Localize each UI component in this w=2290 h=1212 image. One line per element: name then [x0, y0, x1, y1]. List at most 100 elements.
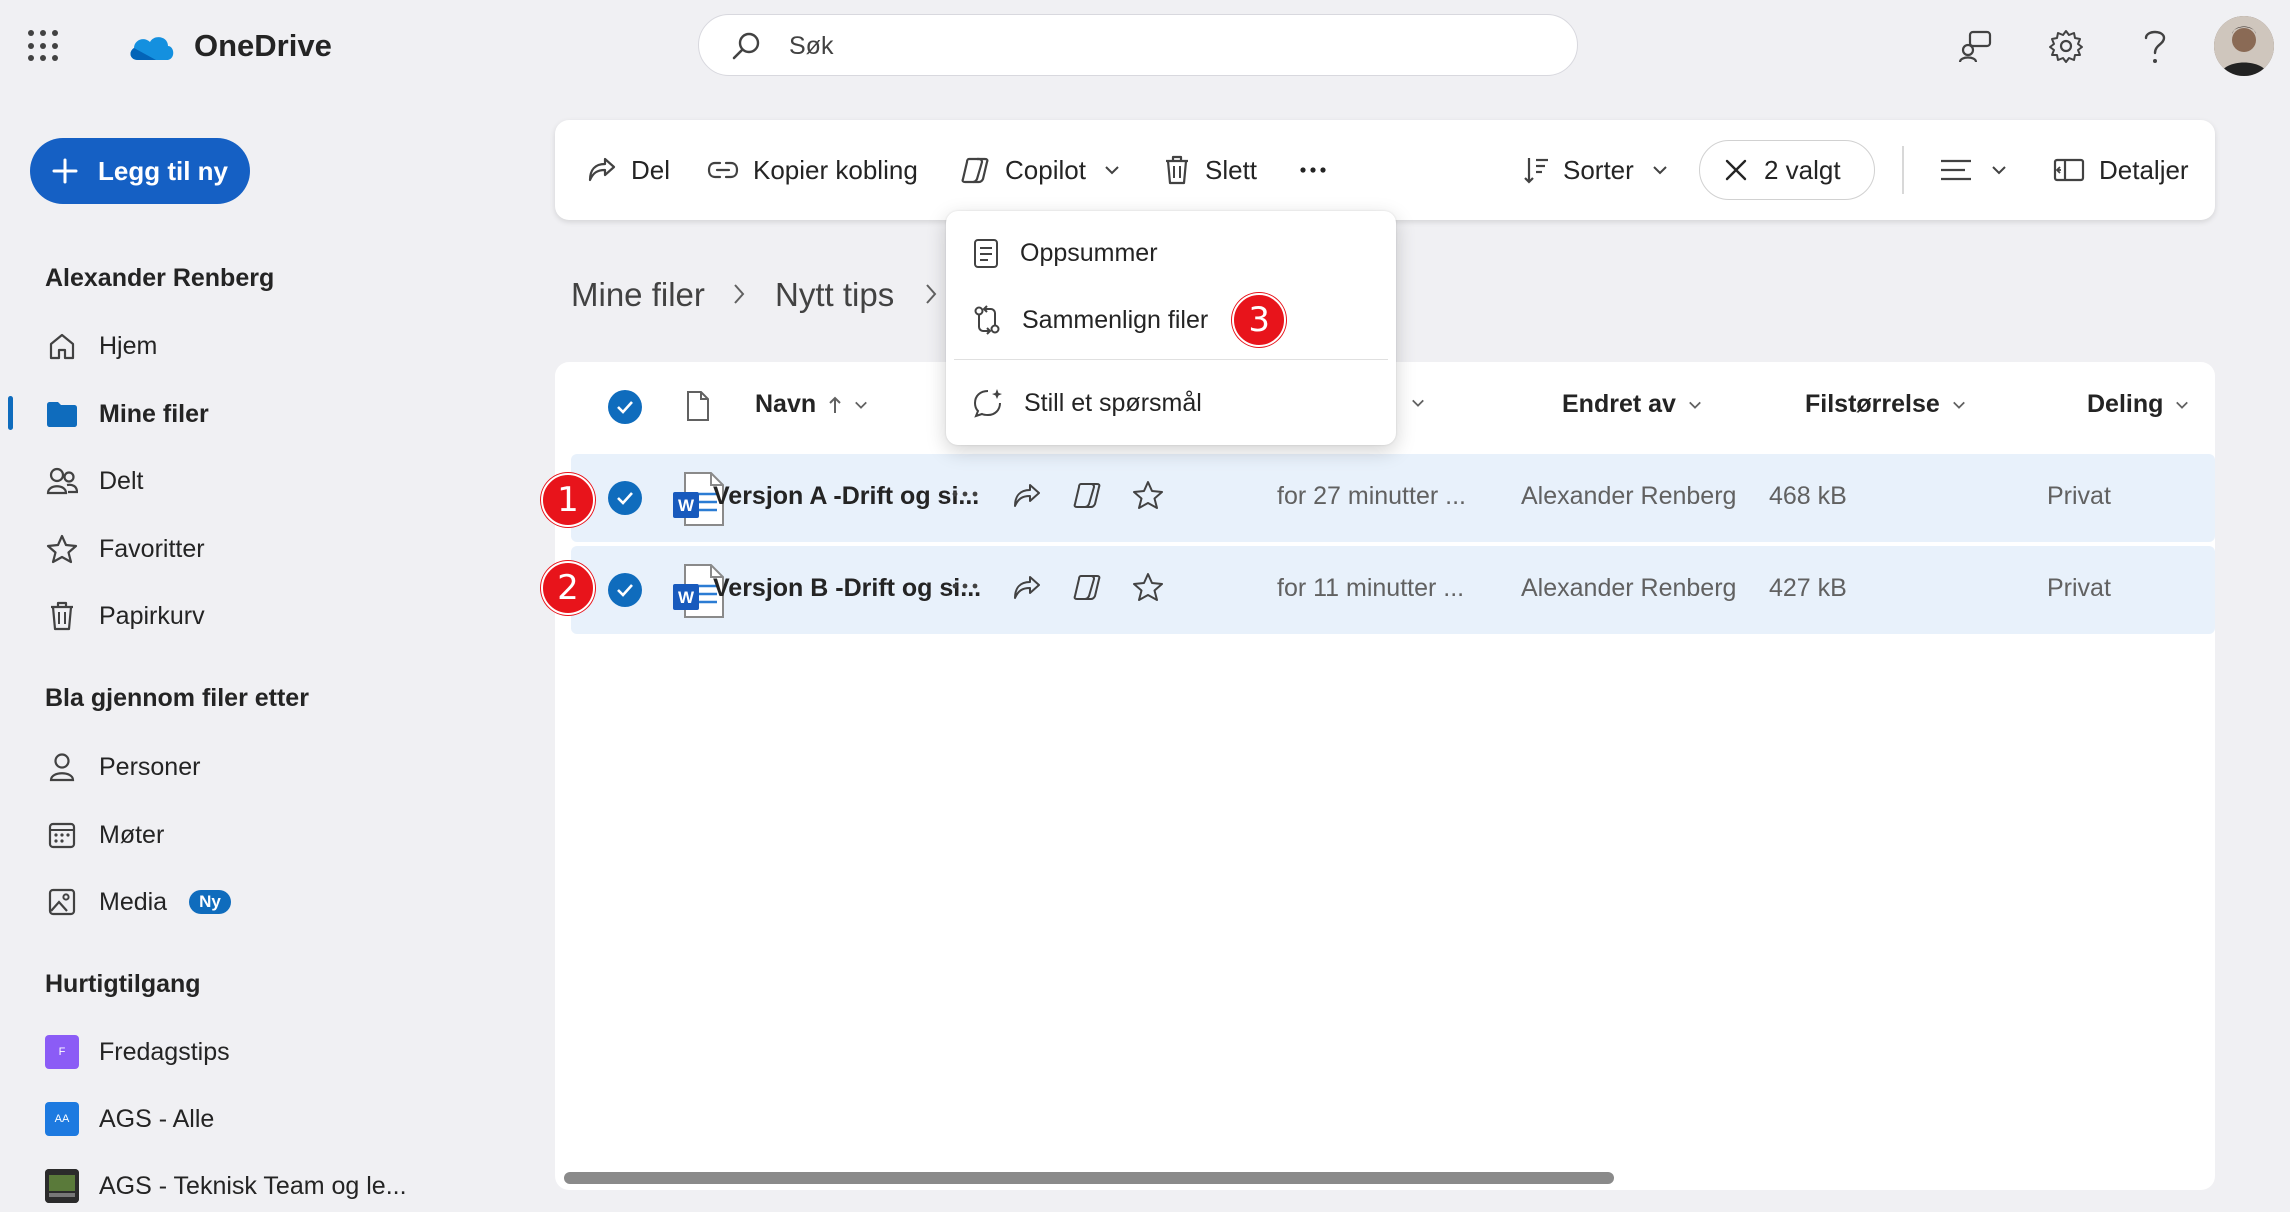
- sidebar-item-people[interactable]: Personer: [45, 745, 200, 789]
- sidebar-item-label: Media: [99, 887, 168, 916]
- table-row[interactable]: W Versjon B -Drift og si... for 11 minut…: [571, 546, 2215, 634]
- chevron-down-icon: [1952, 401, 1965, 409]
- row-checkbox[interactable]: [608, 573, 642, 607]
- annotation-marker: 2: [541, 561, 595, 615]
- sidebar-item-home[interactable]: Hjem: [45, 324, 157, 368]
- quick-access-item[interactable]: AGS - Teknisk Team og le...: [45, 1164, 407, 1208]
- column-label: Navn: [755, 390, 817, 418]
- chevron-down-icon[interactable]: [1411, 398, 1425, 408]
- more-actions-button[interactable]: [1299, 120, 1327, 220]
- menu-item-compare-files[interactable]: Sammenlign filer 3: [946, 288, 1396, 352]
- select-all-checkbox[interactable]: [608, 390, 642, 424]
- row-checkbox[interactable]: [608, 481, 642, 515]
- app-brand[interactable]: OneDrive: [194, 28, 332, 64]
- trash-icon: [45, 599, 79, 633]
- horizontal-scrollbar[interactable]: [564, 1172, 1614, 1184]
- sidebar-item-meetings[interactable]: Møter: [45, 813, 164, 857]
- column-size-header[interactable]: Filstørrelse: [1805, 390, 1966, 419]
- sidebar-item-label: Papirkurv: [99, 601, 205, 630]
- sidebar-item-media[interactable]: Media Ny: [45, 880, 231, 924]
- chevron-down-icon: [1992, 166, 2006, 175]
- sharing-status[interactable]: Privat: [2047, 574, 2111, 603]
- modified-by[interactable]: Alexander Renberg: [1521, 482, 1736, 511]
- breadcrumb-item[interactable]: Nytt tips: [775, 276, 894, 314]
- file-name[interactable]: Versjon B -Drift og si...: [713, 574, 981, 603]
- sort-button[interactable]: Sorter: [1523, 120, 1668, 220]
- copilot-menu-button[interactable]: Copilot: [959, 120, 1120, 220]
- delete-label: Slett: [1205, 154, 1258, 185]
- sidebar-item-label: Møter: [99, 820, 165, 849]
- top-bar: OneDrive Søk: [0, 0, 2290, 92]
- annotation-marker: 3: [1232, 293, 1287, 347]
- svg-text:W: W: [678, 496, 695, 515]
- ask-icon: [973, 389, 1002, 418]
- sidebar-item-favorites[interactable]: Favoritter: [45, 527, 205, 571]
- star-icon[interactable]: [1132, 572, 1164, 602]
- feedback-icon[interactable]: [1958, 28, 1994, 64]
- modified-by[interactable]: Alexander Renberg: [1521, 574, 1736, 603]
- copilot-icon[interactable]: [1071, 480, 1103, 510]
- copilot-dropdown-menu: Oppsummer Sammenlign filer 3 Still et sp…: [946, 211, 1396, 445]
- more-icon[interactable]: [951, 582, 979, 590]
- site-tile-icon: [45, 1169, 79, 1203]
- sidebar-item-shared[interactable]: Delt: [45, 459, 143, 503]
- column-label: Endret av: [1562, 390, 1676, 418]
- add-new-button[interactable]: Legg til ny: [30, 138, 250, 204]
- app-launcher-icon[interactable]: [28, 30, 60, 62]
- selection-count: 2 valgt: [1764, 154, 1841, 185]
- sidebar-item-my-files[interactable]: Mine filer: [45, 392, 209, 436]
- more-icon: [1300, 167, 1326, 173]
- details-pane-icon: [2053, 158, 2085, 182]
- menu-item-label: Sammenlign filer: [1022, 305, 1209, 334]
- column-name-header[interactable]: Navn: [755, 390, 868, 419]
- delete-button[interactable]: Slett: [1163, 120, 1257, 220]
- details-button[interactable]: Detaljer: [2053, 120, 2189, 220]
- sidebar-item-recycle-bin[interactable]: Papirkurv: [45, 594, 205, 638]
- new-badge: Ny: [189, 890, 231, 914]
- quick-access-item[interactable]: F Fredagstips: [45, 1030, 230, 1074]
- table-row[interactable]: W Versjon A -Drift og si... for 27 minut…: [571, 454, 2215, 542]
- star-icon[interactable]: [1132, 480, 1164, 510]
- modified-time: for 27 minutter ...: [1277, 482, 1466, 510]
- quick-access-heading: Hurtigtilgang: [45, 970, 201, 998]
- file-type-header-icon: [685, 390, 711, 422]
- modified-time: for 11 minutter ...: [1277, 574, 1465, 602]
- share-label: Del: [631, 154, 671, 185]
- menu-item-ask-question[interactable]: Still et spørsmål: [946, 371, 1396, 435]
- view-options-button[interactable]: [1939, 120, 2007, 220]
- user-avatar[interactable]: [2214, 16, 2274, 76]
- column-label: Deling: [2087, 390, 2164, 418]
- quick-access-item[interactable]: AA AGS - Alle: [45, 1097, 214, 1141]
- people-icon: [45, 464, 79, 498]
- search-icon: [731, 31, 761, 61]
- sidebar-item-label: Hjem: [99, 331, 158, 360]
- share-icon[interactable]: [1012, 482, 1042, 510]
- menu-item-summarize[interactable]: Oppsummer: [946, 221, 1396, 285]
- share-icon[interactable]: [1012, 574, 1042, 602]
- more-icon[interactable]: [951, 490, 979, 498]
- arrow-up-icon: [829, 396, 841, 413]
- file-size: 468 kB: [1769, 482, 1847, 510]
- site-tile-icon: AA: [45, 1102, 79, 1136]
- help-icon[interactable]: [2140, 26, 2170, 66]
- settings-gear-icon[interactable]: [2048, 28, 2084, 64]
- column-modified-by-header[interactable]: Endret av: [1562, 390, 1702, 419]
- share-button[interactable]: Del: [587, 120, 670, 220]
- chevron-down-icon: [2176, 401, 2189, 409]
- column-sharing-header[interactable]: Deling: [2087, 390, 2189, 419]
- clear-selection-button[interactable]: 2 valgt: [1699, 140, 1875, 200]
- file-name[interactable]: Versjon A -Drift og si...: [713, 482, 979, 511]
- search-input[interactable]: Søk: [789, 32, 833, 61]
- breadcrumb-chevron-icon: [924, 282, 938, 306]
- copy-link-button[interactable]: Kopier kobling: [707, 120, 918, 220]
- copilot-icon[interactable]: [1071, 572, 1103, 602]
- sharing-status[interactable]: Privat: [2047, 482, 2111, 511]
- quick-access-label: Fredagstips: [99, 1037, 230, 1066]
- plus-icon: [52, 158, 78, 184]
- copy-link-label: Kopier kobling: [753, 154, 918, 185]
- breadcrumb-item[interactable]: Mine filer: [571, 276, 705, 314]
- search-box[interactable]: Søk: [698, 14, 1578, 76]
- breadcrumb-chevron-icon: [732, 282, 746, 306]
- quick-access-label: AGS - Alle: [99, 1104, 215, 1133]
- copilot-icon: [961, 157, 989, 184]
